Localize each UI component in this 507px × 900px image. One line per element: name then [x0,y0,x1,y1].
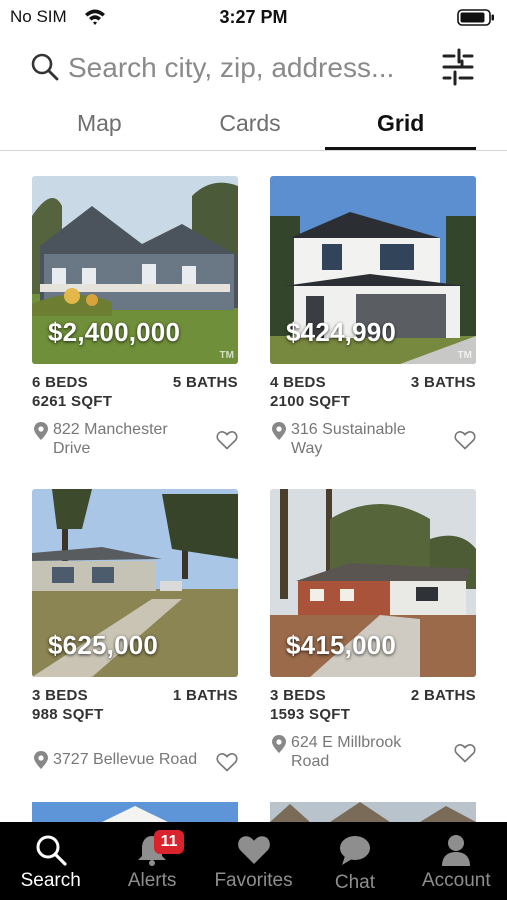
filter-sliders-icon[interactable] [440,48,476,86]
search-icon [36,835,67,866]
tab-map[interactable]: Map [24,104,175,150]
chat-bubble-icon [339,836,370,865]
tab-label: Alerts [127,870,177,891]
address-text: 3727 Bellevue Road [53,751,198,768]
listing-card[interactable]: $415,000 3 BEDS 2 BATHS 1593 SQFT 624 E … [270,489,476,789]
person-icon [442,835,471,866]
baths-count: 2 BATHS [410,687,476,704]
square-footage: 988 SQFT [32,706,104,723]
location-pin-icon [272,422,286,440]
battery-icon [457,9,494,26]
search-input[interactable] [68,50,428,86]
listing-address: 624 E Millbrook Road [270,733,476,773]
listing-photo[interactable]: $2,400,000 TM [32,176,238,364]
baths-count: 1 BATHS [172,687,238,704]
bottom-tab-bar: Search 11 Alerts Favorites Chat Account [0,822,507,900]
tab-label: Account [422,870,491,891]
location-pin-icon [272,735,286,753]
tab-account[interactable]: Account [406,822,507,900]
listing-card[interactable] [270,802,476,822]
beds-count: 4 BEDS [270,374,326,391]
view-tabs: Map Cards Grid [24,104,476,150]
divider [0,150,507,151]
listing-photo[interactable]: $424,990 TM [270,176,476,364]
alerts-count-badge: 11 [154,830,185,854]
watermark: TM [219,350,234,361]
tab-cards[interactable]: Cards [175,104,326,150]
tab-alerts[interactable]: 11 Alerts [101,822,202,900]
listing-photo[interactable] [270,802,476,822]
favorite-heart-icon[interactable] [216,430,238,450]
search-icon [31,53,59,81]
tab-search[interactable]: Search [0,822,101,900]
listing-price: $2,400,000 [48,317,181,347]
status-bar: No SIM 3:27 PM [0,0,507,34]
tab-chat[interactable]: Chat [304,822,405,900]
listing-photo[interactable]: $415,000 [270,489,476,677]
watermark: TM [457,350,472,361]
tab-label: Chat [334,872,375,893]
listing-address: 822 Manchester Drive [32,420,238,460]
beds-count: 3 BEDS [32,687,88,704]
tab-grid[interactable]: Grid [325,104,476,150]
listing-price: $625,000 [48,630,159,660]
clock: 3:27 PM [219,7,288,27]
favorite-heart-icon[interactable] [454,430,476,450]
address-text: 316 Sustainable Way [291,421,406,457]
address-text: 624 E Millbrook Road [291,734,402,770]
tab-label: Favorites [214,870,293,891]
location-pin-icon [34,422,48,440]
listing-card[interactable] [32,802,238,822]
listing-card[interactable]: $2,400,000 TM 6 BEDS 5 BATHS 6261 SQFT 8… [32,176,238,476]
tab-favorites[interactable]: Favorites [203,822,304,900]
location-pin-icon [34,751,48,769]
listing-photo[interactable]: $625,000 [32,489,238,677]
listing-address: 3727 Bellevue Road [32,733,238,773]
favorite-heart-icon[interactable] [216,752,238,772]
baths-count: 5 BATHS [172,374,238,391]
listing-address: 316 Sustainable Way [270,420,476,460]
baths-count: 3 BATHS [410,374,476,391]
listing-card[interactable]: $625,000 3 BEDS 1 BATHS 988 SQFT 3727 Be… [32,489,238,789]
listing-price: $424,990 [286,317,397,347]
heart-icon [237,836,270,864]
beds-count: 6 BEDS [32,374,88,391]
carrier-label: No SIM [10,7,67,26]
search-bar [0,44,507,94]
listing-photo[interactable] [32,802,238,822]
listing-price: $415,000 [286,630,397,660]
listing-card[interactable]: $424,990 TM 4 BEDS 3 BATHS 2100 SQFT 316… [270,176,476,476]
square-footage: 1593 SQFT [270,706,351,723]
tab-label: Search [20,870,81,891]
square-footage: 2100 SQFT [270,393,351,410]
wifi-icon [85,9,105,25]
square-footage: 6261 SQFT [32,393,113,410]
address-text: 822 Manchester Drive [53,421,168,457]
beds-count: 3 BEDS [270,687,326,704]
favorite-heart-icon[interactable] [454,743,476,763]
